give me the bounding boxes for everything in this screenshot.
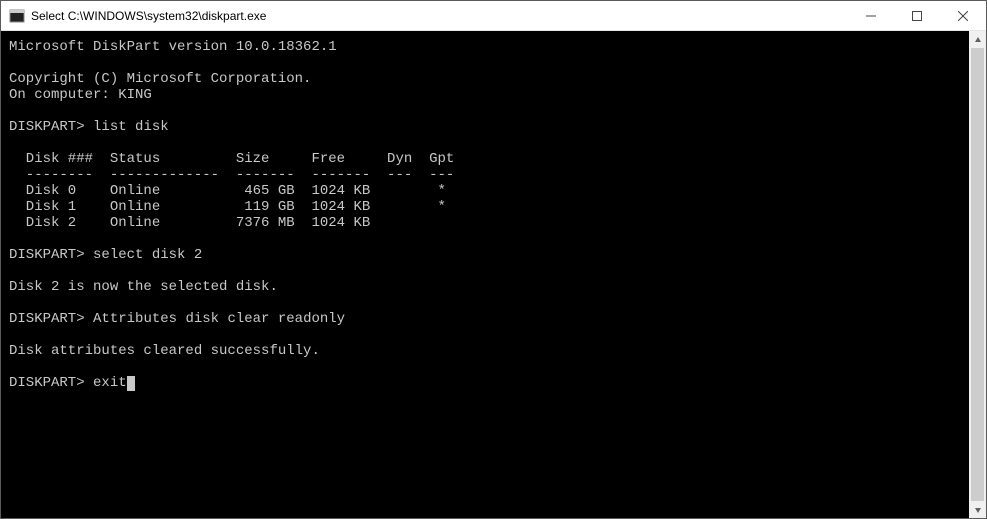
prompt-line-1: DISKPART> list disk (9, 119, 969, 135)
scrollbar-track[interactable] (969, 48, 986, 501)
version-line: Microsoft DiskPart version 10.0.18362.1 (9, 39, 969, 55)
table-row: Disk 0 Online 465 GB 1024 KB * (9, 183, 969, 199)
app-icon (9, 8, 25, 24)
maximize-button[interactable] (894, 1, 940, 31)
prompt-line-3: DISKPART> Attributes disk clear readonly (9, 311, 969, 327)
copyright-line: Copyright (C) Microsoft Corporation. (9, 71, 969, 87)
text-cursor (127, 376, 135, 391)
scrollbar-thumb[interactable] (971, 48, 984, 501)
window-title: Select C:\WINDOWS\system32\diskpart.exe (31, 9, 266, 23)
minimize-button[interactable] (848, 1, 894, 31)
disk-table-header: Disk ### Status Size Free Dyn Gpt (9, 151, 969, 167)
response-3: Disk attributes cleared successfully. (9, 343, 969, 359)
disk-table-divider: -------- ------------- ------- ------- -… (9, 167, 969, 183)
scroll-down-button[interactable] (969, 501, 986, 518)
prompt-line-4: DISKPART> exit (9, 375, 969, 391)
terminal-output[interactable]: Microsoft DiskPart version 10.0.18362.1 … (1, 31, 969, 518)
vertical-scrollbar[interactable] (969, 31, 986, 518)
prompt-line-2: DISKPART> select disk 2 (9, 247, 969, 263)
computer-line: On computer: KING (9, 87, 969, 103)
table-row: Disk 1 Online 119 GB 1024 KB * (9, 199, 969, 215)
response-2: Disk 2 is now the selected disk. (9, 279, 969, 295)
client-area: Microsoft DiskPart version 10.0.18362.1 … (1, 31, 986, 518)
table-row: Disk 2 Online 7376 MB 1024 KB (9, 215, 969, 231)
titlebar[interactable]: Select C:\WINDOWS\system32\diskpart.exe (1, 1, 986, 31)
close-button[interactable] (940, 1, 986, 31)
app-window: Select C:\WINDOWS\system32\diskpart.exe … (0, 0, 987, 519)
scroll-up-button[interactable] (969, 31, 986, 48)
